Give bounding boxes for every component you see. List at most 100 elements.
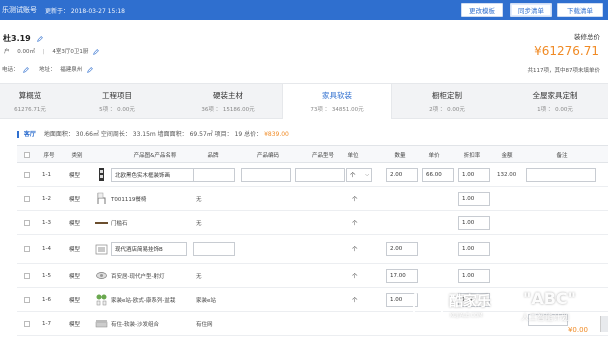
brand-text: 无: [196, 273, 202, 280]
rate-cell: 1.00: [458, 235, 490, 263]
table-row: 1-4 模型 现代酒店简易挂饰B 个 2.00 1.00: [17, 235, 608, 264]
row-checkbox[interactable]: [24, 312, 30, 335]
tab-label: 工程项目: [102, 91, 132, 100]
brand-cell: [193, 163, 235, 186]
tab-hard-materials[interactable]: 硬装主材 36项 ： 15186.00元: [174, 84, 282, 119]
row-checkbox[interactable]: [24, 163, 30, 186]
col-amount: 金额: [501, 152, 513, 159]
row-checkbox[interactable]: [24, 264, 30, 287]
edit-icon[interactable]: [36, 35, 43, 42]
amount-cell: 132.00: [497, 171, 517, 178]
tab-summary: 1项 ： 0.00元: [537, 107, 573, 113]
rate-cell: 1.00: [458, 211, 490, 234]
product-cell: 门槛石: [95, 211, 128, 234]
unit-cell: 个 ⌵: [346, 163, 372, 186]
change-template-button[interactable]: 更改模板: [461, 3, 503, 17]
rate-input[interactable]: 1.00: [458, 242, 490, 256]
edit-phone-icon[interactable]: [23, 66, 30, 73]
qty-input[interactable]: 1.00: [386, 292, 418, 307]
product-name-input[interactable]: 北欧黑色实木框装饰画: [111, 167, 201, 182]
row-checkbox[interactable]: [24, 235, 30, 263]
rate-input[interactable]: 1.00: [458, 292, 490, 307]
qty-input[interactable]: 2.00: [386, 242, 418, 256]
unit-select[interactable]: 个 ⌵: [346, 167, 372, 182]
qty-input[interactable]: 17.00: [386, 268, 418, 283]
tab-summary: 5项 ： 0.00元: [99, 107, 135, 113]
account-name: 乐测试账号: [2, 6, 37, 14]
brand-input[interactable]: [193, 167, 235, 182]
row-checkbox[interactable]: [24, 288, 30, 311]
tab-summary: 36项 ： 15186.00元: [201, 107, 255, 113]
bottom-amount: ¥0.00: [567, 326, 588, 334]
col-notes: 备注: [556, 152, 568, 159]
brand-cell: [193, 235, 235, 263]
edit-address-icon[interactable]: [87, 66, 93, 73]
row-type: 模型: [69, 273, 81, 280]
notes-input[interactable]: [528, 314, 568, 326]
product-cell: 北欧黑色实木框装饰画: [95, 163, 201, 186]
tab-label: 全屋家具定制: [532, 91, 578, 100]
room-price: ¥839.00: [264, 131, 289, 138]
row-type: 模型: [69, 297, 81, 304]
product-cell: 现代酒店简易挂饰B: [95, 235, 187, 263]
product-cell: T001119餐椅: [95, 187, 146, 210]
total-label: 装修总价: [574, 33, 600, 41]
product-cell: 家装e站-欧式-康系列-盆栽: [95, 288, 175, 311]
sync-list-button[interactable]: 同步清单: [510, 3, 552, 17]
tab-overview[interactable]: 算概览 61276.71元: [0, 84, 60, 119]
qty-cell: 1.00: [386, 288, 418, 311]
download-list-button[interactable]: 下载清单: [557, 3, 603, 17]
rate-cell: 1.00: [458, 187, 490, 210]
product-name: 门槛石: [111, 220, 128, 227]
unit-text: 个: [352, 297, 358, 304]
notes-input[interactable]: [526, 167, 596, 182]
row-checkbox[interactable]: [24, 211, 30, 234]
table-row: 1-5 模型 百安居-现代户型-射灯 无 个 17.00 1.00: [17, 264, 608, 288]
room-marker: [17, 131, 19, 138]
side-panel-handle[interactable]: [600, 316, 608, 332]
price-input[interactable]: 66.00: [422, 167, 454, 182]
row-type: 模型: [69, 321, 81, 328]
tab-label: 橱柜定制: [432, 91, 462, 100]
qty-input[interactable]: 2.00: [386, 167, 418, 182]
code-input[interactable]: [241, 167, 291, 182]
product-name-input[interactable]: 现代酒店简易挂饰B: [111, 242, 187, 256]
tab-furniture[interactable]: 家具软装 73项 ： 34851.00元: [282, 84, 392, 119]
row-checkbox[interactable]: [24, 187, 30, 210]
room-details: 地面面积： 30.66㎡ 空间周长： 33.15m 墙面面积： 69.57㎡ 项…: [43, 131, 263, 138]
tab-engineering[interactable]: 工程项目 5项 ： 0.00元: [62, 84, 172, 119]
col-type: 类别: [71, 152, 83, 159]
product-name: T001119餐椅: [111, 196, 147, 203]
col-rate: 折扣率: [463, 152, 481, 159]
product-cell: 有住-软装-沙发组合: [95, 312, 159, 335]
rate-input[interactable]: 1.00: [458, 215, 490, 230]
product-thumbnail-icon: [99, 168, 104, 181]
tab-label: 家具软装: [322, 91, 352, 100]
row-no: 1-1: [42, 171, 51, 178]
layout-value: 4室3厅0卫1厨: [52, 49, 89, 55]
unit-text: 个: [352, 220, 358, 227]
row-no: 1-3: [42, 219, 51, 226]
rate-input[interactable]: 1.00: [458, 268, 490, 283]
tab-custom-furniture[interactable]: 全屋家具定制 1项 ： 0.00元: [502, 84, 608, 119]
rate-cell: 1.00: [458, 288, 490, 311]
row-no: 1-6: [42, 296, 51, 303]
select-all-checkbox[interactable]: [21, 146, 33, 163]
total-price: ¥61276.71: [534, 44, 599, 58]
qty-cell: 2.00: [386, 235, 418, 263]
tab-label: 算概览: [18, 91, 42, 100]
spotlight-icon: [96, 272, 107, 279]
model-input[interactable]: [295, 167, 345, 182]
edit-layout-icon[interactable]: [93, 48, 99, 55]
rate-input[interactable]: 1.00: [458, 191, 490, 206]
tab-cabinets[interactable]: 橱柜定制 2项 ： 0.00元: [392, 84, 502, 119]
chair-icon: [97, 192, 106, 204]
tab-summary: 73项 ： 34851.00元: [310, 107, 364, 113]
brand-input[interactable]: [193, 242, 235, 256]
area-label: 户: [4, 49, 10, 55]
chevron-down-icon: ⌵: [365, 171, 369, 178]
unit-text: 个: [352, 273, 358, 280]
product-cell: 百安居-现代户型-射灯: [95, 264, 164, 287]
rate-input[interactable]: 1.00: [458, 167, 490, 182]
project-info-line: 户 0.00㎡ | 4室3厅0卫1厨: [4, 47, 99, 55]
